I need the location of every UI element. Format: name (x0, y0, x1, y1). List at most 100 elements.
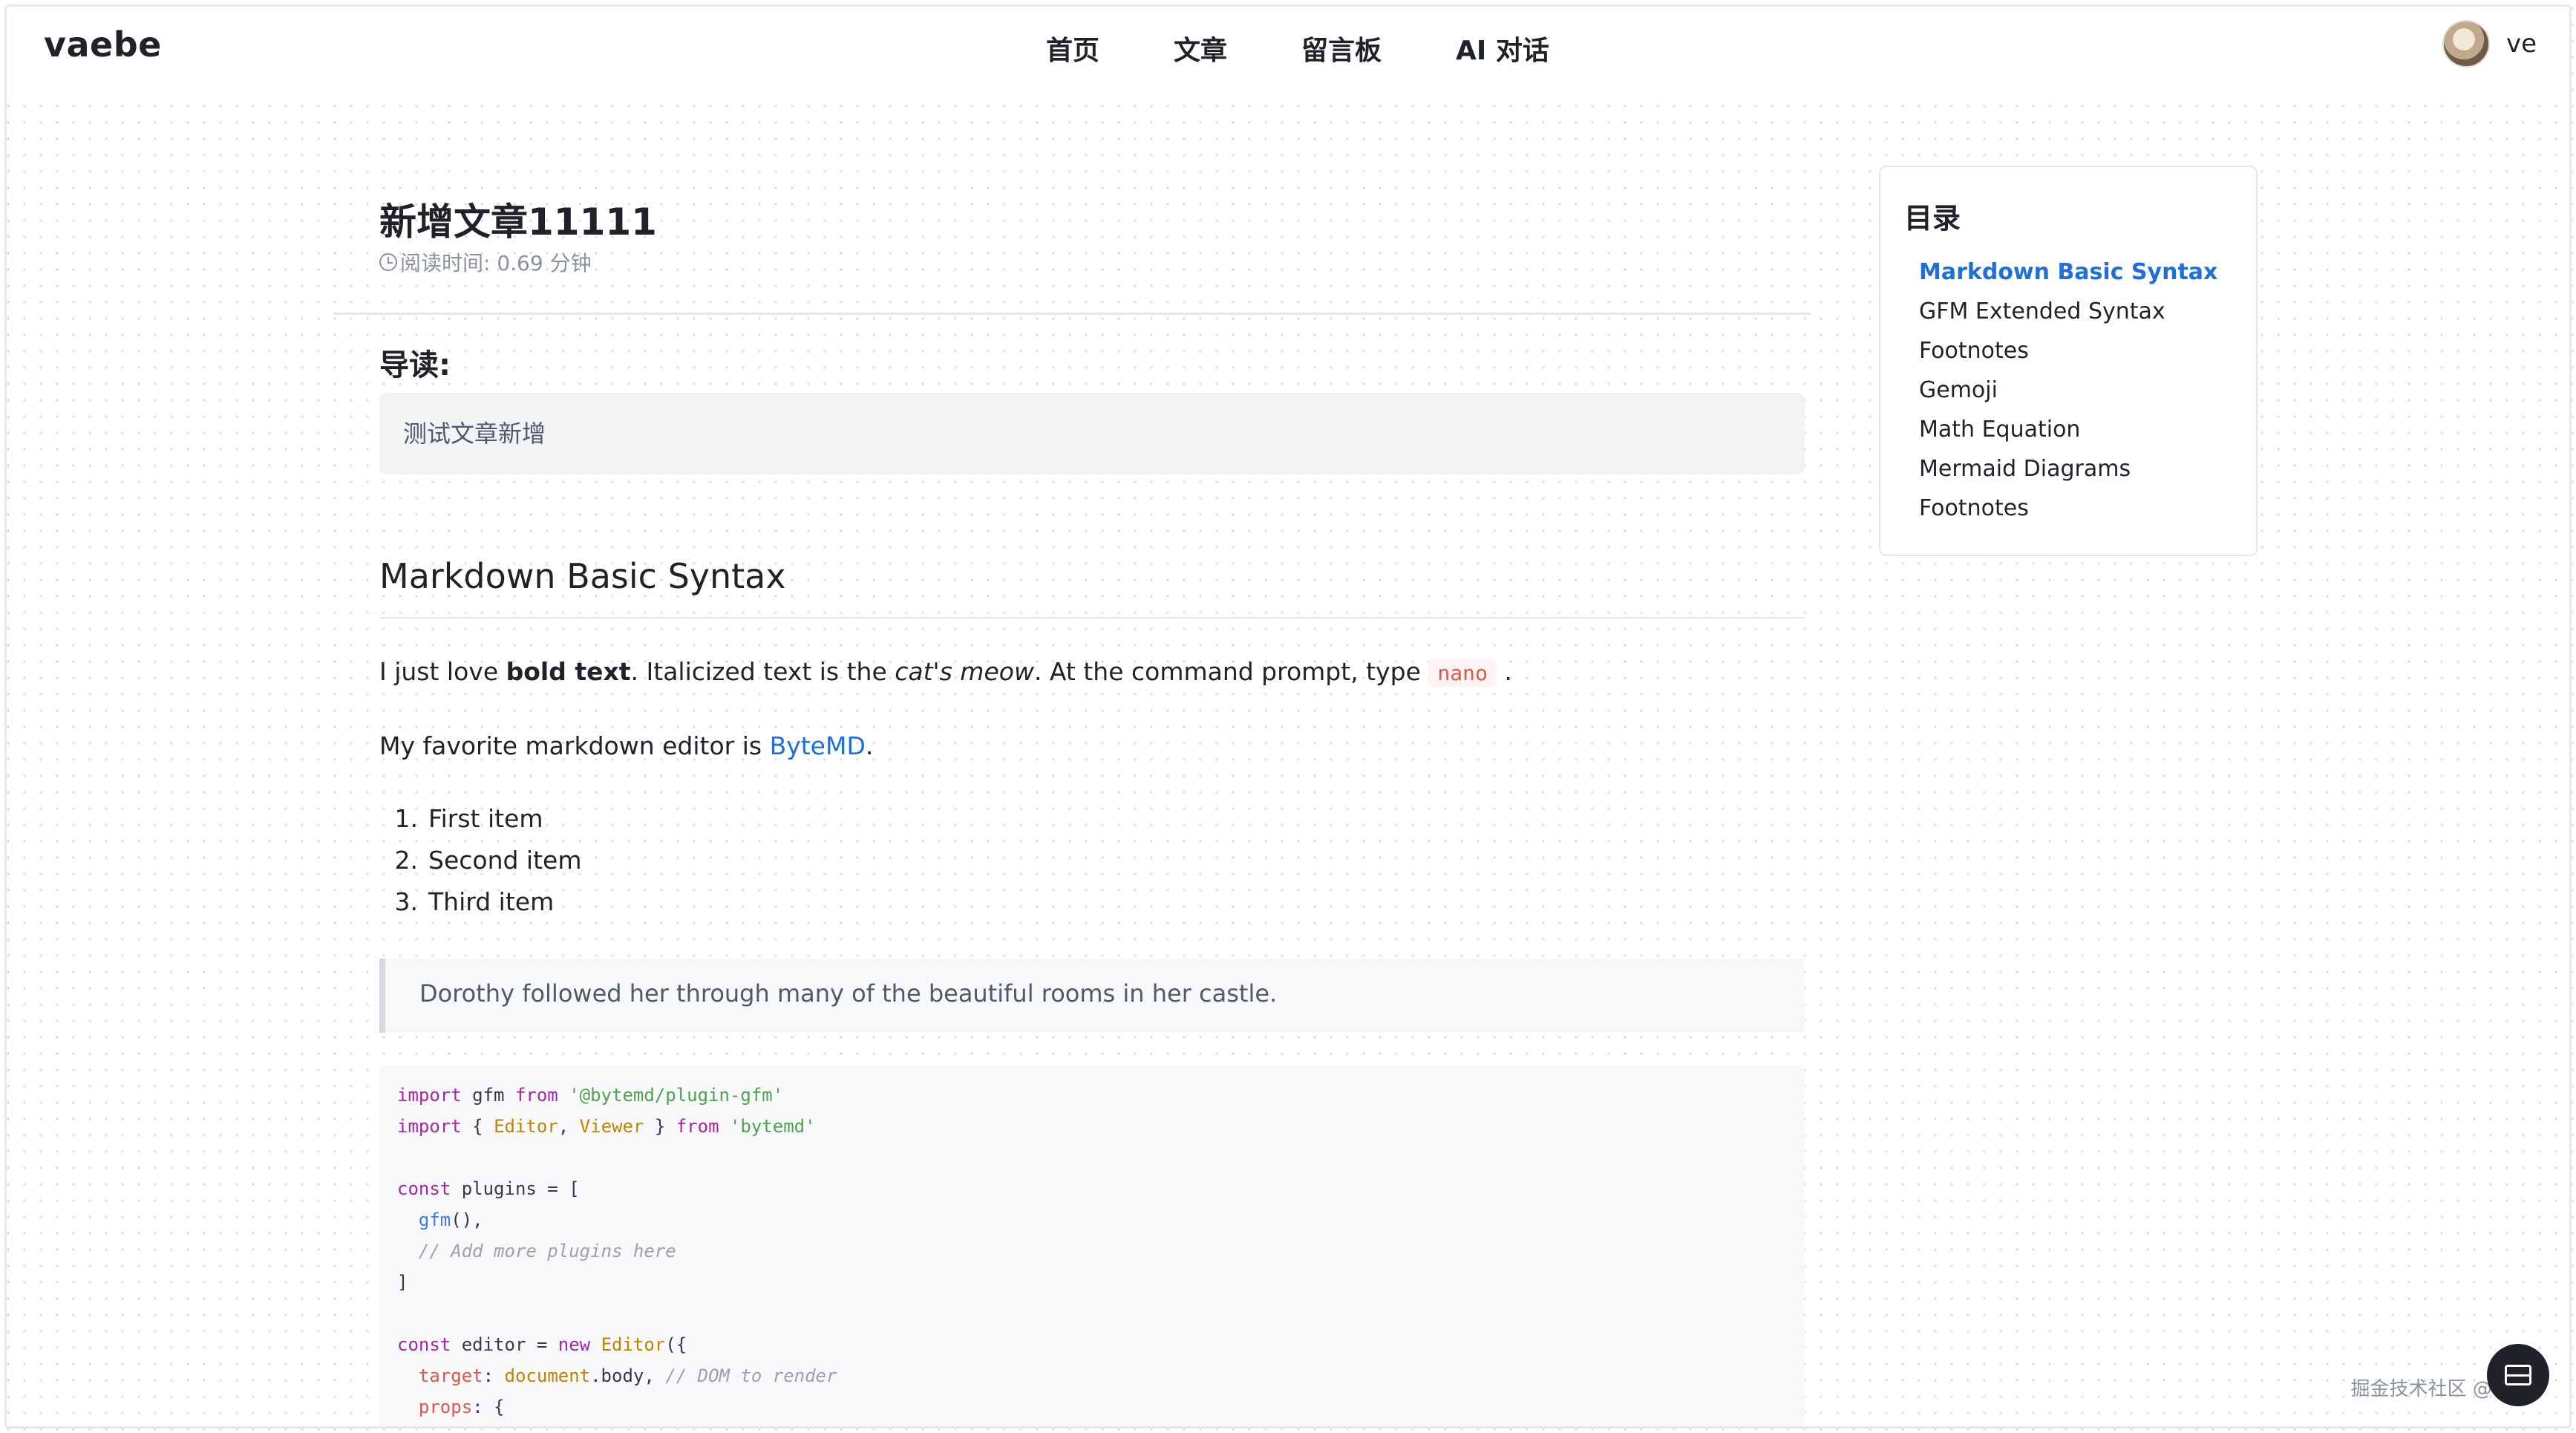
code-token: ] (397, 1272, 408, 1293)
toc-item-footnotes-2[interactable]: Footnotes (1919, 495, 2217, 535)
list-text: Second item (428, 846, 582, 875)
code-line: props: { (397, 1397, 1787, 1426)
code-token: : (483, 1365, 505, 1386)
code-token: new (558, 1334, 591, 1355)
list-text: First item (428, 804, 543, 833)
top-header: vaebe 首页 文章 留言板 AI 对话 ve (7, 7, 2569, 93)
chat-icon (2505, 1365, 2531, 1385)
header-divider (333, 313, 1811, 315)
toc-list: Markdown Basic Syntax GFM Extended Synta… (1919, 259, 2217, 535)
italic-text: cat's meow (895, 657, 1034, 686)
main-nav: 首页 文章 留言板 AI 对话 (1046, 29, 1549, 68)
floating-chat-button[interactable] (2487, 1344, 2549, 1406)
code-token: Viewer (579, 1116, 644, 1137)
blockquote-text: Dorothy followed her through many of the… (419, 979, 1278, 1008)
app-frame: vaebe 首页 文章 留言板 AI 对话 ve 新增文章11111 阅读时间:… (4, 4, 2572, 1429)
code-line: const plugins = [ (397, 1178, 1787, 1210)
text-run: . (865, 731, 874, 760)
code-token: import (397, 1116, 462, 1137)
code-token: { (461, 1116, 494, 1137)
text-run: . (1496, 657, 1512, 686)
code-token: gfm (418, 1210, 451, 1230)
toc-item-gemoji[interactable]: Gemoji (1919, 377, 2217, 417)
code-token: props (418, 1397, 473, 1417)
nav-item-ai-chat[interactable]: AI 对话 (1456, 29, 1549, 68)
nav-item-guestbook[interactable]: 留言板 (1301, 29, 1382, 68)
code-line: const editor = new Editor({ (397, 1334, 1787, 1365)
intro-box: 测试文章新增 (379, 393, 1805, 474)
code-token: // Add more plugins here (418, 1241, 676, 1261)
nav-item-articles[interactable]: 文章 (1174, 29, 1227, 68)
blockquote: Dorothy followed her through many of the… (379, 959, 1805, 1033)
list-number: 1. (394, 804, 419, 833)
table-of-contents: 目录 Markdown Basic Syntax GFM Extended Sy… (1879, 166, 2258, 556)
toc-item-mermaid-diagrams[interactable]: Mermaid Diagrams (1919, 456, 2217, 495)
section-divider (379, 617, 1805, 618)
code-token: ({ (665, 1334, 687, 1355)
list-item: 1. First item (379, 804, 582, 846)
code-token: } (644, 1116, 676, 1137)
code-token: document (504, 1365, 591, 1386)
code-token: (), (451, 1210, 483, 1230)
paragraph-2: My favorite markdown editor is ByteMD. (379, 731, 873, 760)
intro-text: 测试文章新增 (403, 420, 546, 448)
inline-code: nano (1428, 659, 1497, 687)
code-block: import gfm from '@bytemd/plugin-gfm' imp… (379, 1065, 1805, 1426)
text-run: I just love (379, 657, 506, 686)
code-token: , (558, 1116, 580, 1137)
list-number: 3. (394, 887, 419, 916)
code-line: // Add more plugins here (397, 1241, 1787, 1272)
code-token: gfm (461, 1085, 515, 1106)
page-title: 新增文章11111 (379, 200, 657, 244)
code-token: '@bytemd/plugin-gfm' (569, 1085, 784, 1106)
clock-icon (379, 253, 397, 271)
section-heading: Markdown Basic Syntax (379, 556, 786, 596)
text-run: My favorite markdown editor is (379, 731, 770, 760)
code-token: from (676, 1116, 719, 1137)
code-token: .body, (590, 1365, 666, 1386)
nav-item-home[interactable]: 首页 (1046, 29, 1099, 68)
toc-item-markdown-basic-syntax[interactable]: Markdown Basic Syntax (1919, 259, 2217, 298)
ordered-list: 1. First item 2. Second item 3. Third item (379, 804, 582, 929)
code-line: import gfm from '@bytemd/plugin-gfm' (397, 1085, 1787, 1116)
code-token: from (514, 1085, 558, 1106)
text-run: . At the command prompt, type (1033, 657, 1429, 686)
code-token: Editor (601, 1334, 666, 1355)
toc-item-gfm-extended-syntax[interactable]: GFM Extended Syntax (1919, 298, 2217, 338)
toc-item-footnotes[interactable]: Footnotes (1919, 338, 2217, 377)
list-item: 2. Second item (379, 846, 582, 887)
username[interactable]: ve (2506, 29, 2537, 59)
reading-time: 阅读时间: 0.69 分钟 (379, 247, 592, 277)
code-token: 'bytemd' (729, 1116, 816, 1137)
site-logo[interactable]: vaebe (44, 25, 162, 65)
toc-item-math-equation[interactable]: Math Equation (1919, 417, 2217, 456)
list-item: 3. Third item (379, 887, 582, 929)
paragraph-1: I just love bold text. Italicized text i… (379, 657, 1512, 687)
code-line: gfm(), (397, 1210, 1787, 1241)
intro-label: 导读: (379, 348, 451, 382)
code-token: import (397, 1085, 462, 1106)
code-line: ] (397, 1272, 1787, 1303)
toc-title: 目录 (1904, 202, 1961, 235)
code-token: : { (472, 1397, 505, 1417)
code-token: target (418, 1365, 483, 1386)
avatar[interactable] (2442, 20, 2490, 68)
code-token: editor = (451, 1334, 558, 1355)
code-token: const (397, 1334, 451, 1355)
bytemd-link[interactable]: ByteMD (770, 731, 866, 760)
code-token: Editor (494, 1116, 558, 1137)
list-text: Third item (428, 887, 555, 916)
code-token: // DOM to render (665, 1365, 837, 1386)
reading-time-text: 阅读时间: 0.69 分钟 (400, 251, 592, 275)
code-line: import { Editor, Viewer } from 'bytemd' (397, 1116, 1787, 1147)
text-run: . Italicized text is the (630, 657, 895, 686)
code-token: plugins = [ (451, 1178, 580, 1199)
code-line: target: document.body, // DOM to render (397, 1365, 1787, 1397)
code-token: const (397, 1178, 451, 1199)
user-menu[interactable]: ve (2442, 20, 2537, 68)
